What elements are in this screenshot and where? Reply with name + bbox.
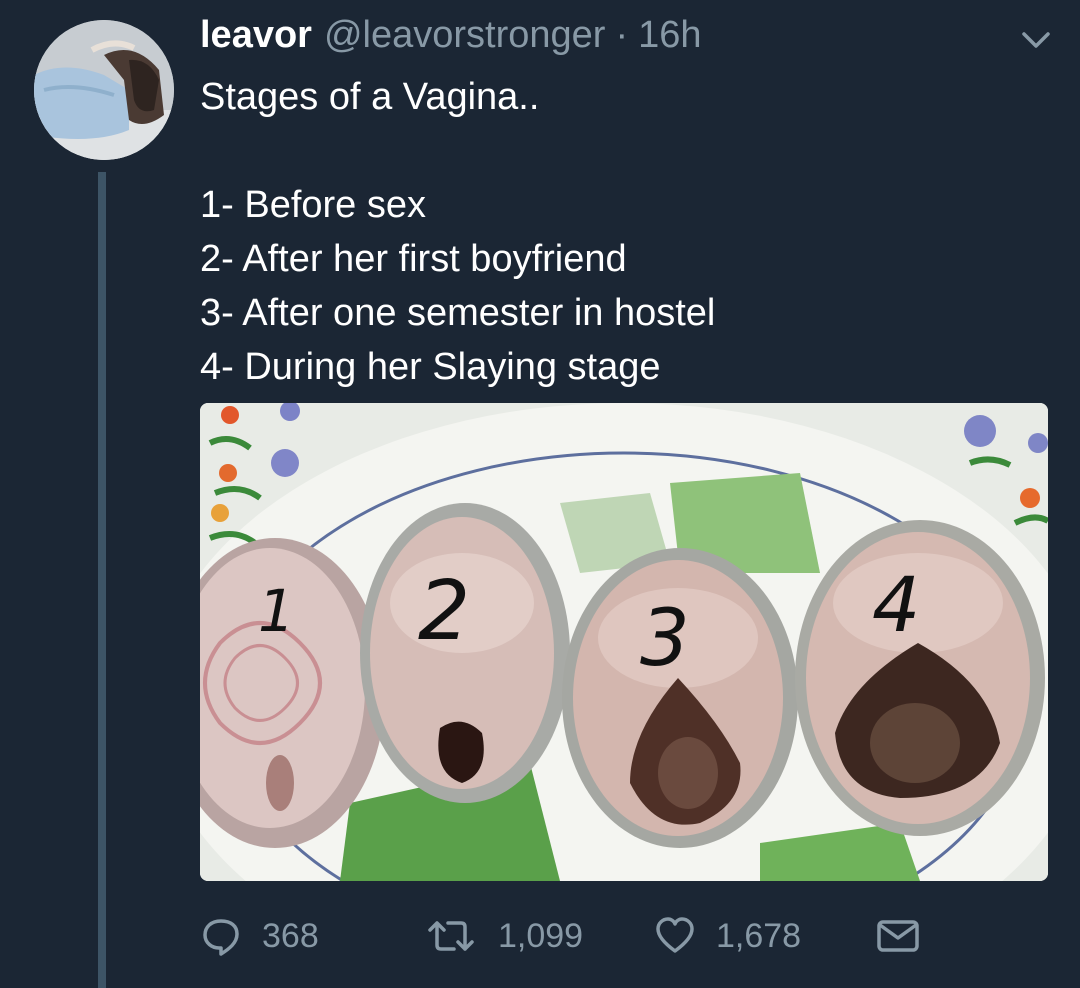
avatar[interactable]: [34, 20, 174, 160]
tweet-blank-line: [200, 124, 715, 178]
separator-dot: ·: [615, 14, 629, 56]
retweet-icon: [428, 921, 474, 951]
envelope-icon: [877, 920, 919, 952]
display-name[interactable]: leavor: [200, 14, 312, 57]
media-photo: 1 2 3 4: [200, 403, 1048, 881]
tweet: leavor @leavorstronger · 16h Stages of a…: [0, 0, 1080, 988]
tweet-line: Stages of a Vagina..: [200, 76, 540, 118]
tweet-line: 1- Before sex: [200, 184, 426, 226]
media-number-2: 2: [418, 564, 470, 659]
tweet-line: 3- After one semester in hostel: [200, 292, 716, 334]
timestamp[interactable]: 16h: [638, 14, 701, 57]
retweet-button[interactable]: 1,099: [424, 908, 583, 964]
reply-icon: [203, 919, 239, 956]
direct-message-button[interactable]: [876, 908, 920, 964]
chevron-down-icon[interactable]: [1016, 28, 1056, 54]
tweet-header: leavor @leavorstronger · 16h: [200, 14, 702, 66]
tweet-actions: 368 1,099 1,678: [200, 908, 960, 964]
retweet-count: 1,099: [498, 916, 584, 955]
like-button[interactable]: 1,678: [654, 908, 801, 964]
user-handle[interactable]: @leavorstronger: [324, 14, 605, 57]
thread-line: [98, 172, 106, 988]
tweet-line: 2- After her first boyfriend: [200, 238, 627, 280]
media-number-3: 3: [640, 594, 690, 684]
tweet-text: Stages of a Vagina.. 1- Before sex 2- Af…: [200, 70, 715, 394]
fish-steak-3: [562, 548, 798, 848]
tweet-media[interactable]: 1 2 3 4: [200, 403, 1048, 881]
tweet-line: 4- During her Slaying stage: [200, 346, 661, 388]
avatar-photo: [34, 20, 174, 160]
media-number-4: 4: [872, 560, 920, 649]
reply-button[interactable]: 368: [200, 908, 319, 964]
media-number-1: 1: [258, 577, 295, 645]
heart-icon: [656, 917, 694, 953]
like-count: 1,678: [716, 916, 802, 955]
reply-count: 368: [262, 916, 319, 955]
